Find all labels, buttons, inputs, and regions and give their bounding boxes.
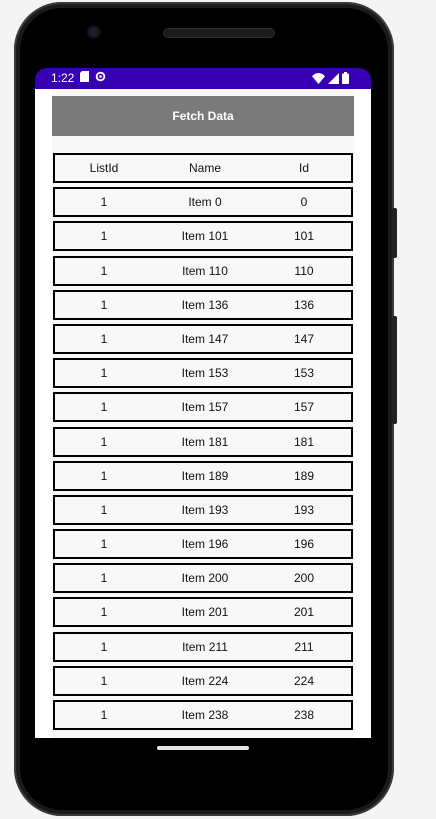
- table-row[interactable]: 1 Item 189 189: [53, 460, 353, 491]
- table-row[interactable]: 1 Item 181 181: [53, 426, 353, 457]
- table-row[interactable]: 1 Item 136 136: [53, 289, 353, 320]
- cell-id: 153: [293, 366, 315, 381]
- cell-listid: 1: [100, 400, 108, 415]
- power-button: [392, 316, 397, 424]
- table-row[interactable]: 1 Item 193 193: [53, 494, 353, 525]
- header-name: Name: [188, 161, 221, 175]
- cell-name: Item 101: [181, 229, 229, 244]
- cell-listid: 1: [100, 434, 108, 449]
- cell-name: Item 193: [181, 502, 229, 517]
- app-title-bar: Fetch Data: [52, 96, 354, 136]
- cell-id: 101: [293, 229, 315, 244]
- settings-gear-icon: [95, 71, 106, 85]
- status-bar: 1:22: [35, 68, 371, 89]
- cell-listid: 1: [100, 537, 108, 552]
- cell-id: 200: [293, 571, 315, 586]
- cell-name: Item 136: [181, 297, 229, 312]
- cell-id: 189: [293, 468, 315, 483]
- cell-name: Item 110: [182, 263, 228, 278]
- status-time: 1:22: [51, 71, 75, 85]
- cell-listid: 1: [100, 708, 108, 722]
- cell-id: 157: [293, 400, 315, 415]
- cell-id: 238: [293, 708, 315, 722]
- cell-name: Item 196: [181, 537, 229, 552]
- cell-listid: 1: [100, 195, 108, 210]
- cell-listid: 1: [100, 468, 108, 483]
- cell-signal-icon: [328, 72, 339, 87]
- cell-id: 201: [293, 605, 315, 620]
- wifi-icon: [312, 72, 325, 87]
- cell-listid: 1: [100, 366, 108, 381]
- cell-name: Item 181: [181, 434, 229, 449]
- cell-id: 110: [294, 263, 314, 278]
- cell-listid: 1: [100, 673, 108, 688]
- cell-id: 0: [300, 195, 308, 210]
- table-row[interactable]: 1 Item 211 211: [53, 631, 353, 662]
- table-row[interactable]: 1 Item 200 200: [53, 563, 353, 594]
- table-row[interactable]: 1 Item 157 157: [53, 392, 353, 423]
- sd-card-icon: [80, 71, 90, 85]
- table-row[interactable]: 1 Item 238 238: [53, 700, 353, 730]
- content-panel: Fetch Data ListId Name Id 1 Item 0 0 1 Item …: [52, 89, 354, 738]
- table-row[interactable]: 1 Item 101 101: [53, 221, 353, 252]
- volume-button: [392, 208, 397, 258]
- table-row[interactable]: 1 Item 0 0: [53, 187, 353, 218]
- cell-name: Item 0: [188, 195, 222, 210]
- header-id: Id: [298, 161, 309, 175]
- table-row[interactable]: 1 Item 147 147: [53, 323, 353, 354]
- table-row[interactable]: 1 Item 196 196: [53, 529, 353, 560]
- cell-listid: 1: [100, 263, 108, 278]
- cell-id: 196: [293, 537, 315, 552]
- header-listid: ListId: [89, 161, 119, 175]
- cell-listid: 1: [100, 502, 108, 517]
- cell-id: 136: [293, 297, 315, 312]
- cell-name: Item 201: [181, 605, 229, 620]
- cell-listid: 1: [100, 605, 108, 620]
- cell-listid: 1: [100, 229, 108, 244]
- cell-listid: 1: [100, 331, 108, 346]
- cell-listid: 1: [100, 639, 108, 654]
- cell-listid: 1: [100, 571, 108, 586]
- cell-id: 147: [293, 331, 315, 346]
- table-row[interactable]: 1 Item 201 201: [53, 597, 353, 628]
- earpiece-speaker: [164, 29, 274, 37]
- cell-name: Item 157: [181, 400, 229, 415]
- table-row[interactable]: 1 Item 224 224: [53, 665, 353, 696]
- cell-id: 224: [293, 673, 315, 688]
- app-title: Fetch Data: [172, 109, 234, 123]
- table-row[interactable]: 1 Item 110 110: [53, 255, 353, 286]
- cell-id: 193: [293, 502, 315, 517]
- home-gesture-pill[interactable]: [157, 746, 249, 750]
- cell-listid: 1: [100, 297, 108, 312]
- data-table[interactable]: ListId Name Id 1 Item 0 0 1 Item 101 101 1 Item…: [53, 153, 353, 734]
- cell-name: Item 211: [182, 639, 228, 654]
- cell-name: Item 189: [181, 468, 229, 483]
- table-header-row: ListId Name Id: [53, 153, 353, 183]
- cell-name: Item 153: [181, 366, 229, 381]
- battery-icon: [342, 72, 349, 87]
- cell-name: Item 147: [181, 331, 229, 346]
- front-camera: [89, 27, 99, 37]
- cell-name: Item 200: [181, 571, 229, 586]
- cell-name: Item 224: [181, 673, 229, 688]
- cell-id: 211: [294, 639, 314, 654]
- app-screen: Fetch Data ListId Name Id 1 Item 0 0 1 Item …: [35, 89, 371, 738]
- cell-name: Item 238: [181, 708, 229, 722]
- table-row[interactable]: 1 Item 153 153: [53, 358, 353, 389]
- cell-id: 181: [293, 434, 315, 449]
